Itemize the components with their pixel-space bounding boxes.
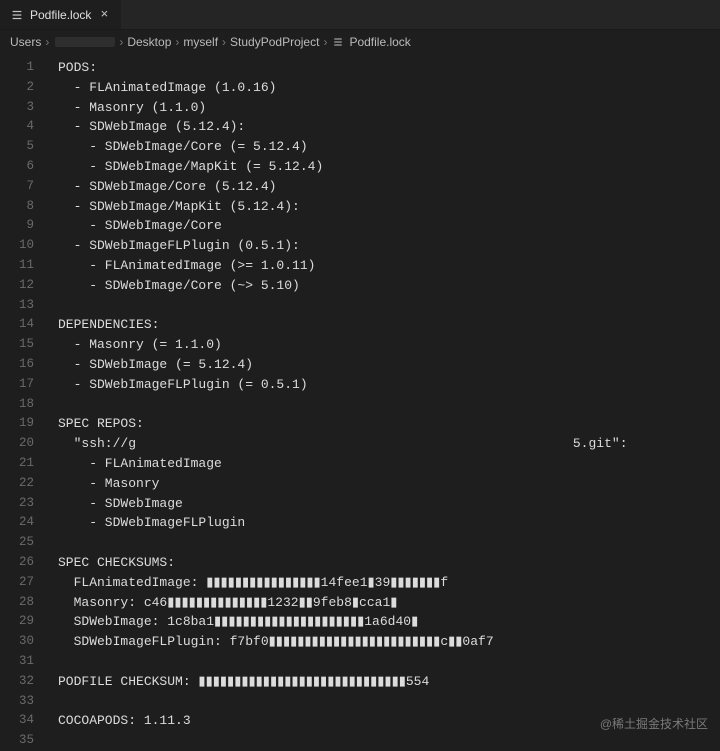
list-icon [10, 8, 24, 22]
breadcrumb-item-project[interactable]: StudyPodProject [230, 35, 319, 49]
line-number: 14 [0, 315, 48, 335]
code-line[interactable]: SPEC REPOS: [58, 414, 720, 434]
line-number: 33 [0, 692, 48, 712]
code-line[interactable]: - Masonry (1.1.0) [58, 98, 720, 118]
line-number: 6 [0, 157, 48, 177]
breadcrumb-item-desktop[interactable]: Desktop [127, 35, 171, 49]
line-number: 29 [0, 612, 48, 632]
code-line[interactable]: SDWebImage: 1c8ba1▮▮▮▮▮▮▮▮▮▮▮▮▮▮▮▮▮▮▮▮▮1… [58, 612, 720, 632]
line-number: 31 [0, 652, 48, 672]
line-number: 4 [0, 117, 48, 137]
code-line[interactable]: - SDWebImage (5.12.4): [58, 117, 720, 137]
code-line[interactable] [58, 533, 720, 553]
code-line[interactable]: - SDWebImage [58, 494, 720, 514]
code-line[interactable]: DEPENDENCIES: [58, 315, 720, 335]
close-icon[interactable]: × [97, 8, 111, 22]
code-line[interactable]: Masonry: c46▮▮▮▮▮▮▮▮▮▮▮▮▮▮1232▮▮9feb8▮cc… [58, 593, 720, 613]
chevron-right-icon: › [175, 35, 179, 49]
line-number: 24 [0, 513, 48, 533]
line-number: 32 [0, 672, 48, 692]
code-line[interactable]: - Masonry [58, 474, 720, 494]
line-number: 2 [0, 78, 48, 98]
line-number: 17 [0, 375, 48, 395]
chevron-right-icon: › [323, 35, 327, 49]
chevron-right-icon: › [222, 35, 226, 49]
code-line[interactable] [58, 395, 720, 415]
code-line[interactable]: SDWebImageFLPlugin: f7bf0▮▮▮▮▮▮▮▮▮▮▮▮▮▮▮… [58, 632, 720, 652]
code-line[interactable]: PODFILE CHECKSUM: ▮▮▮▮▮▮▮▮▮▮▮▮▮▮▮▮▮▮▮▮▮▮… [58, 672, 720, 692]
breadcrumb-item-myself[interactable]: myself [183, 35, 218, 49]
code-line[interactable]: FLAnimatedImage: ▮▮▮▮▮▮▮▮▮▮▮▮▮▮▮▮14fee1▮… [58, 573, 720, 593]
line-number: 23 [0, 494, 48, 514]
line-number: 11 [0, 256, 48, 276]
code-line[interactable]: - SDWebImage/MapKit (5.12.4): [58, 197, 720, 217]
chevron-right-icon: › [119, 35, 123, 49]
code-line[interactable] [58, 652, 720, 672]
line-number: 20 [0, 434, 48, 454]
line-number: 7 [0, 177, 48, 197]
breadcrumb-file-label: Podfile.lock [349, 35, 410, 49]
code-line[interactable]: - FLAnimatedImage (>= 1.0.11) [58, 256, 720, 276]
line-number: 28 [0, 593, 48, 613]
line-number: 30 [0, 632, 48, 652]
tab-bar: Podfile.lock × [0, 0, 720, 30]
breadcrumb-item-users[interactable]: Users [10, 35, 41, 49]
line-number: 5 [0, 137, 48, 157]
line-number: 26 [0, 553, 48, 573]
code-line[interactable]: PODS: [58, 58, 720, 78]
line-number: 13 [0, 296, 48, 316]
line-number: 25 [0, 533, 48, 553]
line-number: 18 [0, 395, 48, 415]
line-number: 27 [0, 573, 48, 593]
code-line[interactable]: - FLAnimatedImage [58, 454, 720, 474]
code-line[interactable]: SPEC CHECKSUMS: [58, 553, 720, 573]
line-number: 34 [0, 711, 48, 731]
code-line[interactable]: "ssh://g 5.git": [58, 434, 720, 454]
code-line[interactable]: - SDWebImage (= 5.12.4) [58, 355, 720, 375]
code-line[interactable]: - SDWebImage/Core (5.12.4) [58, 177, 720, 197]
line-number: 8 [0, 197, 48, 217]
line-number: 12 [0, 276, 48, 296]
tab-label: Podfile.lock [30, 8, 91, 22]
code-line[interactable] [58, 296, 720, 316]
watermark-text: @稀土掘金技术社区 [600, 715, 708, 732]
code-content[interactable]: PODS: - FLAnimatedImage (1.0.16) - Mason… [48, 54, 720, 748]
breadcrumb-item-user[interactable] [53, 37, 115, 47]
code-line[interactable]: - Masonry (= 1.1.0) [58, 335, 720, 355]
line-number: 3 [0, 98, 48, 118]
code-line[interactable]: - SDWebImage/MapKit (= 5.12.4) [58, 157, 720, 177]
code-line[interactable]: - SDWebImage/Core (= 5.12.4) [58, 137, 720, 157]
code-line[interactable]: - SDWebImage/Core [58, 216, 720, 236]
code-line[interactable]: - SDWebImageFLPlugin (0.5.1): [58, 236, 720, 256]
line-number: 9 [0, 216, 48, 236]
code-line[interactable]: - SDWebImageFLPlugin [58, 513, 720, 533]
code-line[interactable] [58, 692, 720, 712]
breadcrumb-item-file[interactable]: Podfile.lock [331, 35, 410, 49]
line-number: 21 [0, 454, 48, 474]
code-editor[interactable]: 1234567891011121314151617181920212223242… [0, 54, 720, 748]
line-number: 1 [0, 58, 48, 78]
chevron-right-icon: › [45, 35, 49, 49]
line-number: 15 [0, 335, 48, 355]
tab-podfile-lock[interactable]: Podfile.lock × [0, 0, 122, 29]
line-number-gutter: 1234567891011121314151617181920212223242… [0, 54, 48, 748]
breadcrumb: Users › › Desktop › myself › StudyPodPro… [0, 30, 720, 54]
line-number: 19 [0, 414, 48, 434]
list-icon [331, 36, 345, 48]
code-line[interactable]: - SDWebImageFLPlugin (= 0.5.1) [58, 375, 720, 395]
line-number: 10 [0, 236, 48, 256]
line-number: 16 [0, 355, 48, 375]
code-line[interactable]: - SDWebImage/Core (~> 5.10) [58, 276, 720, 296]
code-line[interactable]: - FLAnimatedImage (1.0.16) [58, 78, 720, 98]
line-number: 22 [0, 474, 48, 494]
